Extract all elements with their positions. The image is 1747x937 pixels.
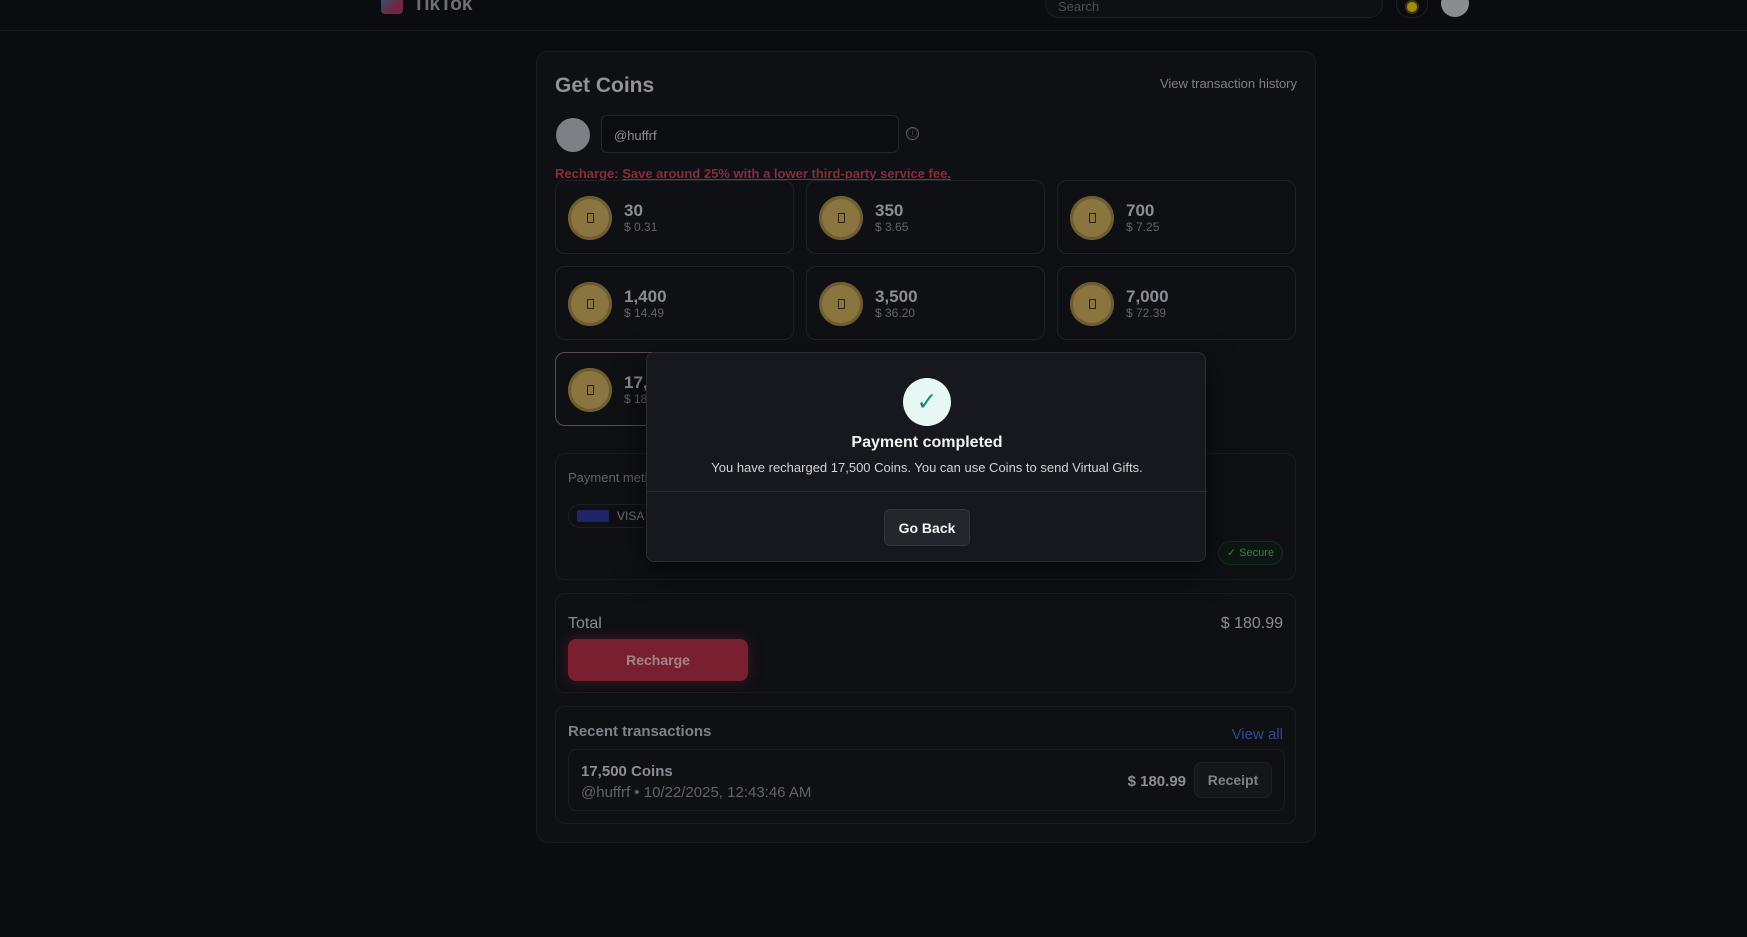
- visa-payment-option[interactable]: VISA: [568, 504, 654, 528]
- secure-badge: ✓ Secure: [1217, 541, 1283, 565]
- account-avatar: [556, 118, 590, 152]
- view-transaction-history-link[interactable]: View transaction history: [1160, 76, 1297, 91]
- coin-icon: [1070, 196, 1114, 240]
- search-placeholder: Search: [1058, 0, 1100, 14]
- dialog-message: You have recharged 17,500 Coins. You can…: [711, 460, 1143, 475]
- theme-toggle-button[interactable]: [1396, 0, 1428, 18]
- visa-card-icon: [577, 510, 609, 522]
- visa-label: VISA: [617, 509, 645, 523]
- package-price: $ 36.20: [875, 306, 916, 320]
- receipt-button[interactable]: Receipt: [1194, 762, 1272, 798]
- coin-package[interactable]: 350 $ 3.65: [806, 180, 1045, 254]
- package-price: $ 3.65: [875, 220, 909, 234]
- user-avatar[interactable]: [1441, 0, 1469, 17]
- coin-icon: [568, 196, 612, 240]
- package-amount: 1,400: [624, 287, 667, 306]
- package-price: $ 14.49: [624, 306, 665, 320]
- sun-icon: [1407, 2, 1417, 12]
- recharge-promo-link[interactable]: Save around 25% with a lower third-party…: [622, 166, 951, 181]
- package-amount: 17,: [624, 373, 648, 392]
- total-value: $ 180.99: [1220, 615, 1283, 632]
- package-price: $ 72.39: [1126, 306, 1167, 320]
- transaction-amount: $ 180.99: [1127, 773, 1186, 790]
- coin-package[interactable]: 3,500 $ 36.20: [806, 266, 1045, 340]
- check-icon: ✓: [903, 378, 951, 426]
- payment-method-label: Payment meth: [568, 470, 652, 485]
- total-section: Total $ 180.99 Recharge: [555, 593, 1296, 693]
- app-logo[interactable]: TikTok: [381, 0, 472, 16]
- page-title: Get Coins: [555, 74, 655, 97]
- coin-package[interactable]: 7,000 $ 72.39: [1057, 266, 1296, 340]
- dialog-title: Payment completed: [851, 434, 1003, 451]
- coin-icon: [1070, 282, 1114, 326]
- recharge-button[interactable]: Recharge: [568, 639, 748, 681]
- recharge-label: Recharge:: [555, 166, 619, 181]
- package-amount: 30: [624, 201, 643, 220]
- dialog-divider: [647, 491, 1207, 492]
- account-username-field[interactable]: @huffrf: [601, 115, 899, 153]
- coin-icon: [568, 282, 612, 326]
- recharge-note: Recharge: Save around 25% with a lower t…: [555, 166, 951, 181]
- package-amount: 7,000: [1126, 287, 1169, 306]
- recent-transactions-title: Recent transactions: [568, 723, 712, 740]
- search-input[interactable]: Search: [1045, 0, 1383, 18]
- recent-transactions-section: Recent transactions View all 17,500 Coin…: [555, 706, 1296, 824]
- package-price: $ 0.31: [624, 220, 658, 234]
- transaction-meta: @huffrf • 10/22/2025, 12:43:46 AM: [581, 784, 812, 801]
- info-icon[interactable]: ⓘ: [906, 127, 919, 140]
- package-amount: 350: [875, 201, 904, 220]
- account-username: @huffrf: [614, 128, 657, 143]
- go-back-button[interactable]: Go Back: [884, 509, 970, 546]
- coin-package[interactable]: 30 $ 0.31: [555, 180, 794, 254]
- app-name: TikTok: [413, 0, 473, 15]
- total-label: Total: [568, 615, 602, 632]
- package-amount: 3,500: [875, 287, 918, 306]
- coin-icon: [819, 196, 863, 240]
- package-price: $ 18: [624, 392, 648, 406]
- tiktok-logo-icon: [381, 0, 403, 14]
- package-amount: 700: [1126, 201, 1155, 220]
- coin-package[interactable]: 700 $ 7.25: [1057, 180, 1296, 254]
- view-all-link[interactable]: View all: [1232, 726, 1283, 743]
- coin-icon: [819, 282, 863, 326]
- coin-icon: [568, 368, 612, 412]
- transaction-title: 17,500 Coins: [581, 763, 673, 780]
- coin-package[interactable]: 1,400 $ 14.49: [555, 266, 794, 340]
- payment-completed-dialog: ✓ Payment completed You have recharged 1…: [646, 352, 1207, 562]
- package-price: $ 7.25: [1126, 220, 1160, 234]
- transaction-row: 17,500 Coins @huffrf • 10/22/2025, 12:43…: [568, 749, 1285, 811]
- top-navigation-bar: TikTok Search: [0, 0, 1747, 31]
